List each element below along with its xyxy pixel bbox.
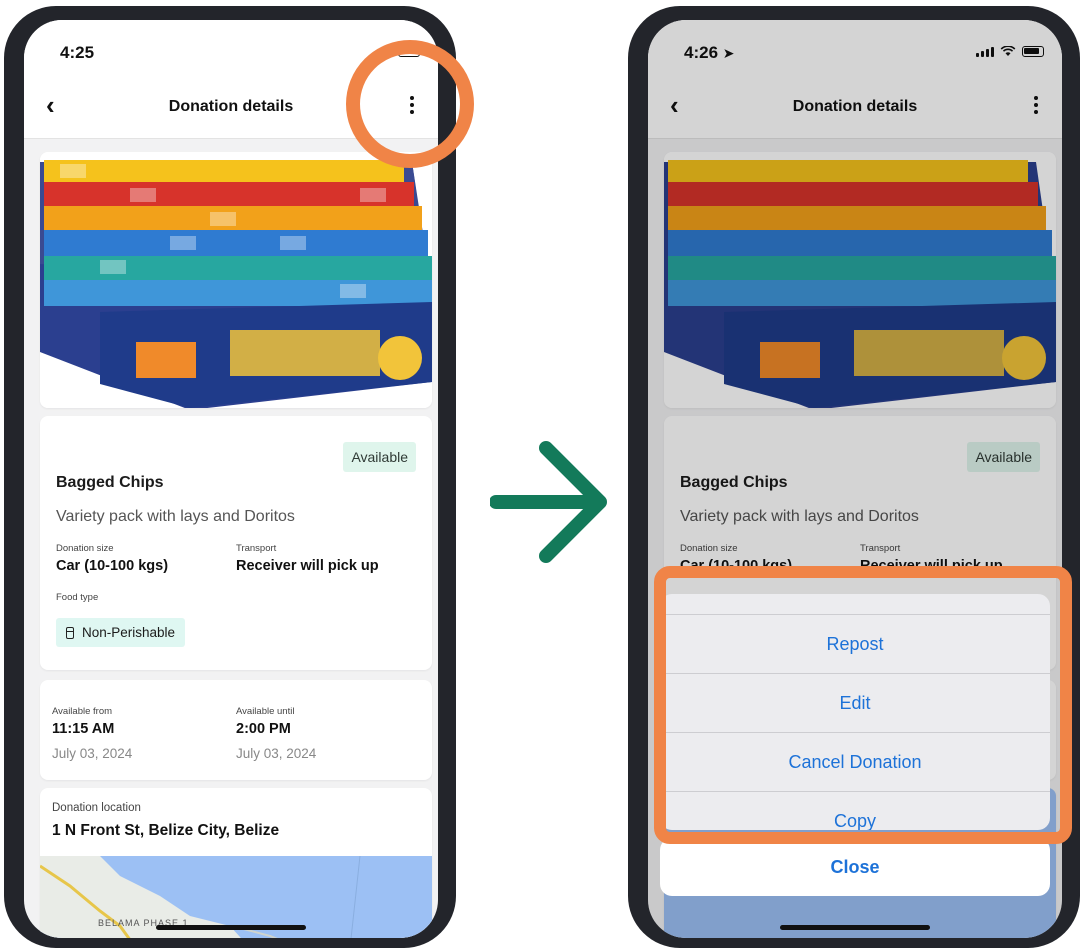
donation-title: Bagged Chips [56, 474, 164, 491]
status-badge: Available [343, 442, 416, 472]
annotation-box [654, 566, 1072, 844]
availability-card: Available from 11:15 AM July 03, 2024 Av… [40, 680, 432, 780]
food-type-label: Food type [56, 592, 99, 603]
food-type-tag: Non-Perishable [56, 618, 186, 647]
available-until-date: July 03, 2024 [236, 746, 317, 761]
donation-image [40, 152, 432, 408]
donation-size-label: Donation size [56, 543, 114, 554]
available-from-date: July 03, 2024 [52, 746, 133, 761]
available-from-time: 11:15 AM [52, 721, 115, 737]
available-until-label: Available until [236, 706, 295, 717]
close-button[interactable]: Close [660, 838, 1050, 896]
donation-description: Variety pack with lays and Doritos [56, 508, 295, 525]
transport-label: Transport [236, 543, 277, 554]
food-type-value: Non-Perishable [82, 625, 176, 640]
available-until-time: 2:00 PM [236, 721, 291, 737]
home-indicator[interactable] [780, 925, 930, 930]
status-time: 4:25 [60, 43, 95, 62]
donation-info-card: Available Bagged Chips Variety pack with… [40, 416, 432, 670]
location-address[interactable]: 1 N Front St, Belize City, Belize [52, 822, 279, 840]
home-indicator[interactable] [156, 925, 306, 930]
available-from-label: Available from [52, 706, 113, 717]
right-arrow-icon [490, 441, 607, 563]
annotation-circle [346, 40, 474, 168]
location-label: Donation location [52, 802, 141, 814]
location-card: Donation location 1 N Front St, Belize C… [40, 788, 432, 938]
transport-value: Receiver will pick up [236, 558, 379, 574]
jar-icon [66, 626, 74, 639]
donation-size-value: Car (10-100 kgs) [56, 558, 169, 574]
